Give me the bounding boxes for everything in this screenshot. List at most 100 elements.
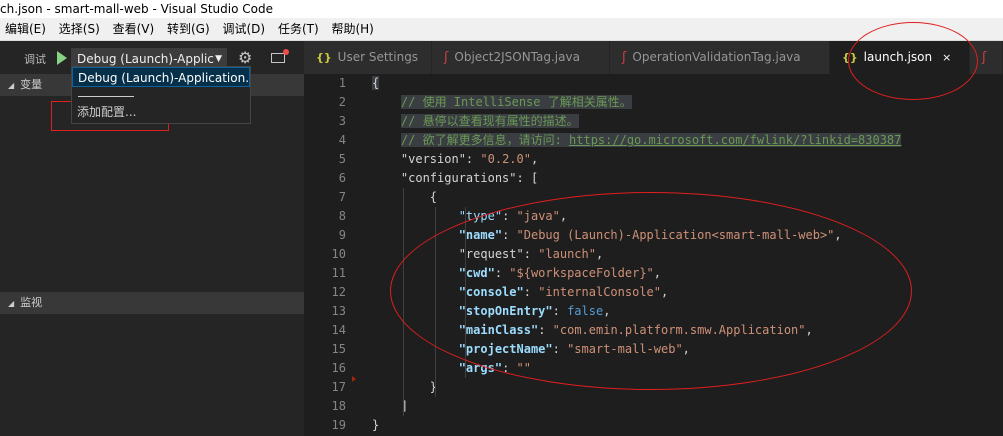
line-number: 17 bbox=[331, 380, 346, 394]
line-number: 15 bbox=[331, 342, 346, 356]
java-icon: ʃ bbox=[982, 50, 987, 65]
close-icon[interactable]: × bbox=[942, 51, 951, 64]
collapse-triangle-icon: ◢ bbox=[8, 81, 15, 90]
window-title: ch.json - smart-mall-web - Visual Studio… bbox=[0, 0, 1003, 18]
line-number: 1 bbox=[338, 76, 346, 90]
line-number: 5 bbox=[338, 152, 346, 166]
docs-link[interactable]: https://go.microsoft.com/fwlink/?linkid=… bbox=[569, 133, 901, 147]
indent-guide bbox=[403, 188, 404, 416]
code-token: false bbox=[567, 304, 604, 318]
tab-launch-json[interactable]: {} launch.json × bbox=[830, 41, 970, 74]
menu-goto[interactable]: 转到(G) bbox=[162, 18, 214, 40]
code-token: } bbox=[372, 418, 380, 432]
code-line: "type": "java", bbox=[372, 207, 567, 226]
code-token: // 欲了解更多信息，请访问: bbox=[400, 133, 570, 147]
gear-icon[interactable]: ⚙ bbox=[238, 48, 252, 67]
code-token: : bbox=[552, 342, 568, 356]
code-line: // 欲了解更多信息，请访问: https://go.microsoft.com… bbox=[372, 131, 902, 150]
code-token: "stopOnEntry" bbox=[458, 304, 553, 318]
code-line: "version": "0.2.0", bbox=[372, 150, 538, 169]
code-token: : bbox=[538, 323, 553, 337]
editor-tabs: {} User Settings ʃ Object2JSONTag.java ʃ Op… bbox=[304, 41, 1003, 74]
line-number: 19 bbox=[331, 418, 346, 432]
code-token: "launch" bbox=[538, 247, 596, 261]
collapse-triangle-icon: ◢ bbox=[8, 299, 15, 308]
code-token: "internalConsole" bbox=[538, 285, 662, 299]
debug-config-dropdown: Debug (Launch)-Application.. 添加配置... bbox=[71, 66, 251, 124]
tab-operationvalidationtag[interactable]: ʃ OperationValidationTag.java bbox=[610, 41, 830, 74]
tab-user-settings[interactable]: {} User Settings bbox=[304, 41, 432, 74]
code-token: : bbox=[502, 209, 517, 223]
code-token: "configurations": [ bbox=[400, 171, 539, 185]
code-token: "java" bbox=[516, 209, 560, 223]
code-line: } bbox=[372, 378, 437, 397]
code-token: : bbox=[494, 266, 510, 280]
dropdown-separator bbox=[78, 96, 134, 97]
variables-label: 变量 bbox=[20, 78, 43, 91]
line-number: 4 bbox=[338, 133, 346, 147]
tab-label: User Settings bbox=[337, 50, 419, 64]
code-token: : bbox=[502, 228, 517, 242]
code-token: "request": bbox=[458, 247, 539, 261]
line-number: 18 bbox=[331, 399, 346, 413]
code-line: "projectName": "smart-mall-web", bbox=[372, 340, 690, 359]
code-line: { bbox=[372, 74, 380, 93]
tab-object2jsontag[interactable]: ʃ Object2JSONTag.java bbox=[432, 41, 610, 74]
code-token: "0.2.0" bbox=[480, 152, 531, 166]
start-debugging-play-icon[interactable] bbox=[57, 51, 67, 65]
menu-edit[interactable]: 编辑(E) bbox=[0, 18, 50, 40]
code-token: "smart-mall-web" bbox=[567, 342, 683, 356]
code-line: "mainClass": "com.emin.platform.smw.Appl… bbox=[372, 321, 813, 340]
line-number: 8 bbox=[338, 209, 346, 223]
java-icon: ʃ bbox=[622, 50, 627, 65]
line-number: 2 bbox=[338, 95, 346, 109]
menu-bar: 编辑(E) 选择(S) 查看(V) 转到(G) 调试(D) 任务(T) 帮助(H… bbox=[0, 18, 1003, 41]
code-line: { bbox=[372, 188, 437, 207]
code-token: "" bbox=[516, 361, 531, 375]
line-number: 3 bbox=[338, 114, 346, 128]
code-editor[interactable]: 1 2 3 4 5 6 7 8 9 10 11 12 13 14 15 16 17 18 19 { // 使用 In… bbox=[304, 74, 1003, 436]
debug-console-icon[interactable] bbox=[271, 49, 289, 63]
code-token: , bbox=[661, 285, 669, 299]
json-icon: {} bbox=[316, 51, 332, 64]
indent-guide bbox=[465, 207, 466, 378]
code-token: , bbox=[595, 247, 604, 261]
menu-tasks[interactable]: 任务(T) bbox=[273, 18, 323, 40]
code-line: "console": "internalConsole", bbox=[372, 283, 669, 302]
menu-selection[interactable]: 选择(S) bbox=[54, 18, 104, 40]
code-line: "stopOnEntry": false, bbox=[372, 302, 611, 321]
watch-section-header[interactable]: ◢ 监视 bbox=[0, 292, 304, 314]
code-token: // 悬停以查看现有属性的描述。 bbox=[400, 114, 579, 128]
code-token: "com.emin.platform.smw.Application" bbox=[552, 323, 806, 337]
code-token: : bbox=[552, 304, 568, 318]
line-number: 12 bbox=[331, 285, 346, 299]
code-token: , bbox=[805, 323, 813, 337]
line-number: 16 bbox=[331, 361, 346, 375]
tab-overflow[interactable]: ʃ bbox=[970, 41, 1003, 74]
line-number: 7 bbox=[338, 190, 346, 204]
line-number: 13 bbox=[331, 304, 346, 318]
code-token: "projectName" bbox=[458, 342, 553, 356]
tab-label: launch.json bbox=[863, 50, 933, 64]
json-icon: {} bbox=[842, 51, 858, 64]
code-line: // 使用 IntelliSense 了解相关属性。 bbox=[372, 93, 632, 112]
dropdown-item-launch-config[interactable]: Debug (Launch)-Application.. bbox=[72, 67, 250, 87]
code-token: { bbox=[429, 190, 438, 204]
code-line: } bbox=[372, 416, 379, 435]
debug-config-select[interactable]: Debug (Launch)-Applic ▼ bbox=[71, 48, 227, 68]
dropdown-item-add-config[interactable]: 添加配置... bbox=[72, 102, 250, 122]
code-token: "console" bbox=[458, 285, 524, 299]
menu-debug[interactable]: 调试(D) bbox=[218, 18, 270, 40]
code-token: , bbox=[682, 342, 690, 356]
menu-view[interactable]: 查看(V) bbox=[108, 18, 159, 40]
code-line: "name": "Debug (Launch)-Application<smar… bbox=[372, 226, 842, 245]
menu-help[interactable]: 帮助(H) bbox=[326, 18, 377, 40]
code-token: "Debug (Launch)-Application<smart-mall-w… bbox=[516, 228, 835, 242]
code-token: ] bbox=[400, 399, 409, 413]
debug-sidebar: ◢ 变量 ◢ 监视 bbox=[0, 74, 304, 436]
code-token: "version": bbox=[400, 152, 481, 166]
indent-guide bbox=[435, 207, 436, 397]
code-line: "cwd": "${workspaceFolder}", bbox=[372, 264, 661, 283]
code-line: "configurations": [ bbox=[372, 169, 538, 188]
code-token: // 使用 IntelliSense 了解相关属性。 bbox=[400, 95, 632, 109]
